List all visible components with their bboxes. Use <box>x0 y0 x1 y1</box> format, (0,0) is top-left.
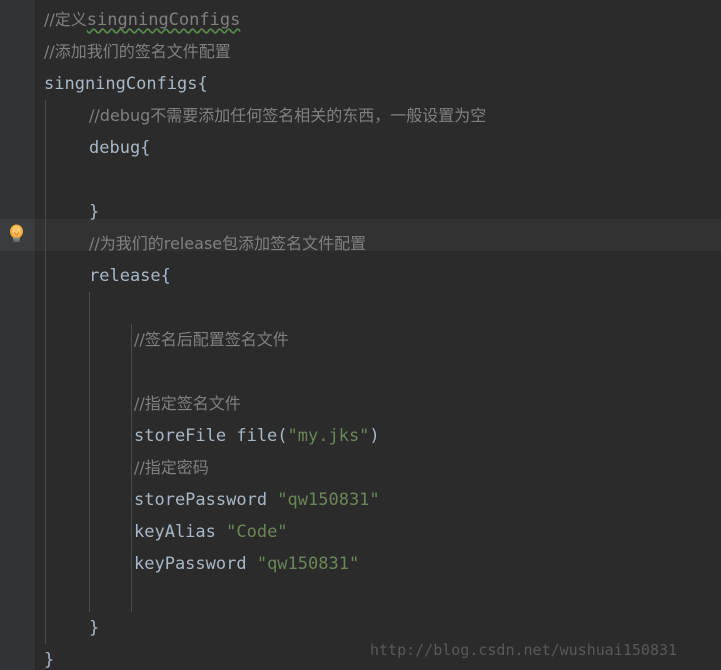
code-line[interactable] <box>0 580 144 612</box>
identifier-token: storePassword <box>134 490 278 510</box>
code-line[interactable]: //debug不需要添加任何签名相关的东西，一般设置为空 <box>0 100 486 132</box>
code-line[interactable]: keyAlias "Code" <box>0 516 288 548</box>
identifier-token: } <box>89 202 100 222</box>
comment-token: //debug不需要添加任何签名相关的东西，一般设置为空 <box>89 106 487 125</box>
indent-guide-level-1 <box>45 100 46 644</box>
code-line[interactable] <box>0 292 99 324</box>
string-literal-token: "qw150831" <box>277 490 380 510</box>
code-line[interactable] <box>0 164 99 196</box>
code-line[interactable] <box>0 356 144 388</box>
string-literal-token: "qw150831" <box>256 554 360 574</box>
code-line[interactable]: //添加我们的签名文件配置 <box>0 36 231 68</box>
code-line[interactable]: keyPassword "qw150831" <box>0 548 359 580</box>
identifier-token: keyAlias <box>134 522 227 542</box>
indent-guide-level-2 <box>89 292 90 612</box>
comment-token: //定义 <box>44 10 87 29</box>
string-literal-token: "Code" <box>226 522 288 542</box>
identifier-token: singningConfigs{ <box>44 74 208 94</box>
code-line[interactable]: //为我们的release包添加签名文件配置 <box>0 228 366 260</box>
identifier-token: release{ <box>89 266 171 286</box>
identifier-token: keyPassword <box>134 554 257 574</box>
code-line[interactable]: //指定签名文件 <box>0 388 241 420</box>
code-line[interactable]: release{ <box>0 260 171 292</box>
code-line[interactable]: //指定密码 <box>0 452 209 484</box>
comment-token: //添加我们的签名文件配置 <box>44 42 231 61</box>
identifier-token: } <box>89 618 100 638</box>
comment-token: //签名后配置签名文件 <box>134 330 289 349</box>
comment-token: //为我们的release包添加签名文件配置 <box>89 234 367 253</box>
code-line[interactable]: storeFile file("my.jks") <box>0 420 380 452</box>
code-editor[interactable]: //定义singningConfigs //添加我们的签名文件配置 singning… <box>0 0 721 670</box>
code-line[interactable]: } <box>0 644 54 670</box>
identifier-token: } <box>44 650 55 670</box>
code-line[interactable]: singningConfigs{ <box>0 68 208 100</box>
string-literal-token: "my.jks" <box>287 426 370 446</box>
watermark-url: http://blog.csdn.net/wushuai150831 <box>370 641 678 659</box>
identifier-token: debug{ <box>89 138 151 158</box>
comment-typo-token: singningConfigs <box>86 10 241 30</box>
code-line[interactable]: } <box>0 612 99 644</box>
code-line[interactable]: storePassword "qw150831" <box>0 484 380 516</box>
code-line[interactable]: //签名后配置签名文件 <box>0 324 289 356</box>
code-line[interactable]: debug{ <box>0 132 150 164</box>
identifier-token: storeFile file( <box>134 426 288 446</box>
comment-token: //指定密码 <box>134 458 209 477</box>
code-line[interactable]: } <box>0 196 99 228</box>
identifier-token: ) <box>369 426 380 446</box>
indent-guide-level-3 <box>131 324 132 612</box>
code-content[interactable]: //定义singningConfigs //添加我们的签名文件配置 singning… <box>0 0 721 670</box>
comment-token: //指定签名文件 <box>134 394 241 413</box>
code-line[interactable]: //定义singningConfigs <box>0 4 240 36</box>
